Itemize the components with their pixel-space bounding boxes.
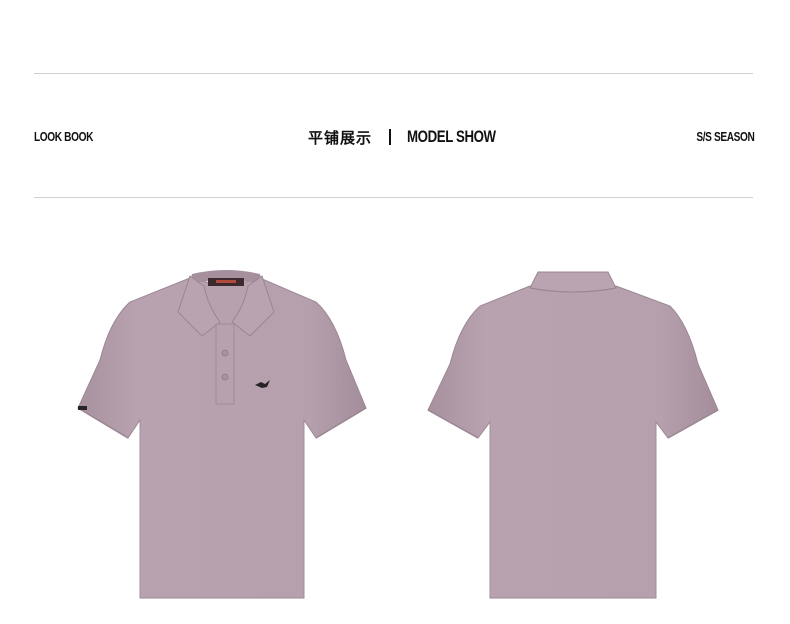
top-divider-line (34, 73, 753, 74)
section-title: 平铺展示 MODEL SHOW (308, 126, 521, 148)
section-title-cn: 平铺展示 (308, 128, 373, 147)
polo-shirt-back-image (427, 271, 719, 599)
bottom-divider-line (34, 197, 753, 198)
section-title-en: MODEL SHOW (407, 127, 496, 146)
look-book-label: LOOK BOOK (34, 129, 94, 144)
season-label: S/S SEASON (695, 129, 754, 144)
title-separator (389, 129, 392, 145)
polo-shirt-front-image (77, 270, 367, 599)
